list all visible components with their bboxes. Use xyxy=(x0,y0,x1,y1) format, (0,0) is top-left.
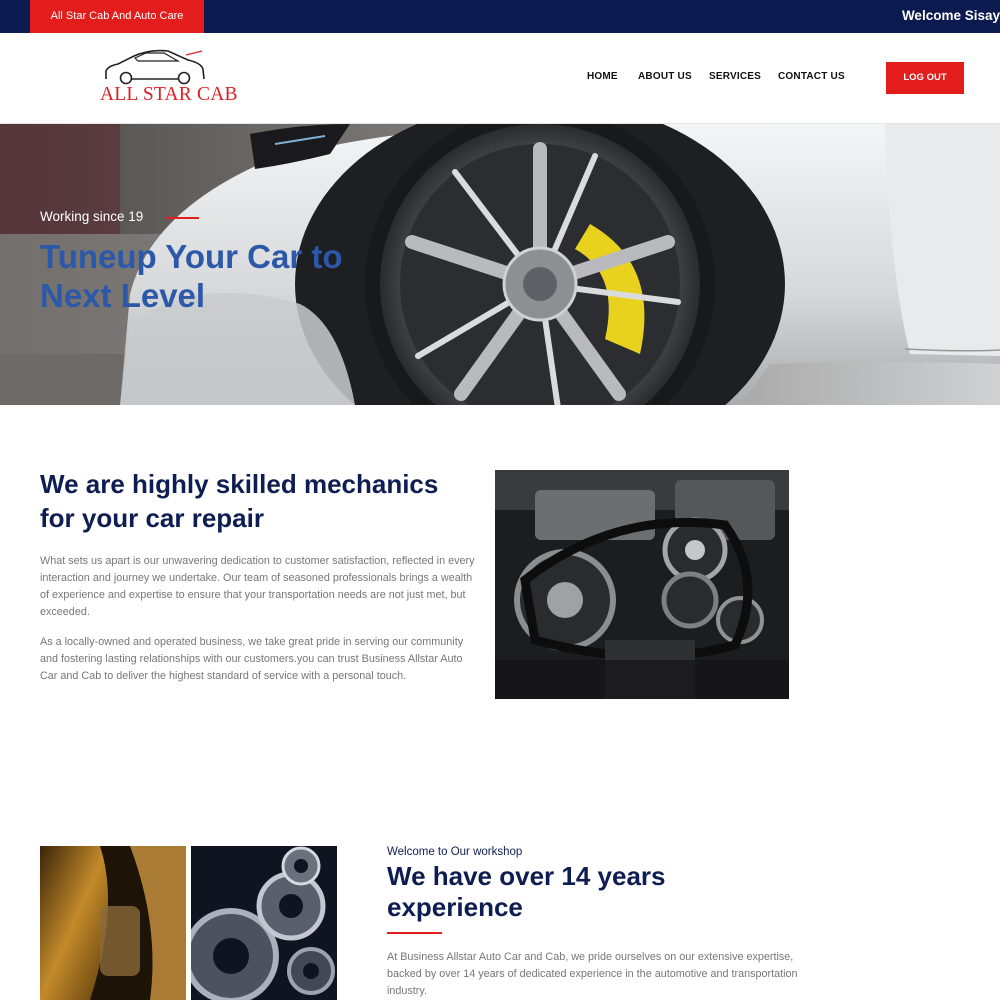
nav-home[interactable]: HOME xyxy=(587,71,618,82)
about-paragraph-1: What sets us apart is our unwavering ded… xyxy=(40,555,475,618)
nav-about-us[interactable]: ABOUT US xyxy=(638,71,692,82)
site-header: ALL STAR CAB HOME ABOUT US SERVICES CONT… xyxy=(0,33,1000,124)
nav-contact-us[interactable]: CONTACT US xyxy=(778,71,845,82)
oil-pour-photo xyxy=(40,846,186,1000)
engine-photo xyxy=(495,470,789,699)
hero-kicker-divider xyxy=(166,217,199,219)
hero-banner: Working since 19 Tuneup Your Car to Next… xyxy=(0,124,1000,405)
welcome-user-text: Welcome Sisay xyxy=(901,8,1000,23)
workshop-heading: We have over 14 years experience xyxy=(387,861,666,922)
logo-text: ALL STAR CAB xyxy=(100,84,238,105)
workshop-divider xyxy=(387,932,442,934)
workshop-paragraph: At Business Allstar Auto Car and Cab, we… xyxy=(387,951,798,997)
bearings-photo xyxy=(191,846,337,1000)
nav-services[interactable]: SERVICES xyxy=(709,71,761,82)
about-paragraph-2: As a locally-owned and operated business… xyxy=(40,636,464,682)
logout-button[interactable]: LOG OUT xyxy=(886,62,964,94)
hero-kicker: Working since 19 xyxy=(40,209,144,224)
workshop-kicker: Welcome to Our workshop xyxy=(387,846,523,858)
top-bar: All Star Cab And Auto Care Welcome Sisay xyxy=(0,0,1000,33)
topbar-brand-label: All Star Cab And Auto Care xyxy=(30,0,204,33)
hero-title: Tuneup Your Car to Next Level xyxy=(40,238,343,314)
site-logo[interactable]: ALL STAR CAB xyxy=(98,47,238,111)
about-heading: We are highly skilled mechanics for your… xyxy=(40,469,439,533)
car-outline-icon xyxy=(105,49,205,85)
